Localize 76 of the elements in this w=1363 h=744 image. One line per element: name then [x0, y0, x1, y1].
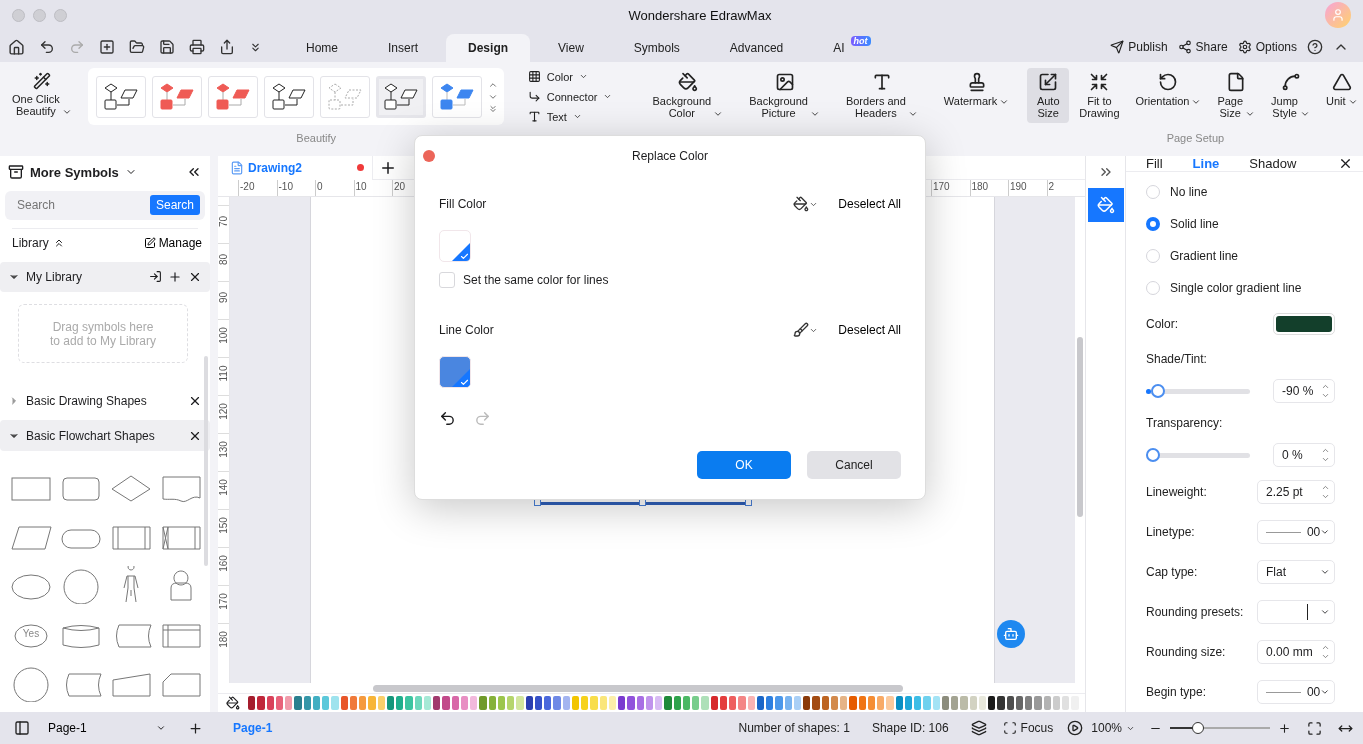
format-dropdown[interactable]: Color [527, 68, 613, 85]
number-field[interactable]: 0 % [1273, 443, 1335, 467]
ribbon-button[interactable]: Auto Size [1027, 68, 1070, 123]
shape-count: Number of shapes: 1 [738, 721, 850, 735]
number-field[interactable]: 2.25 pt [1257, 480, 1335, 504]
header-action[interactable]: Share [1177, 40, 1228, 54]
zoom-dropdown[interactable]: 100% [1091, 721, 1135, 735]
drop-hint: Drag symbols here to add to My Library [18, 304, 188, 364]
line-dropdown[interactable]: 00 [1257, 520, 1335, 544]
library-section[interactable]: My Library [0, 261, 210, 293]
line-option[interactable]: Gradient line [1146, 240, 1335, 272]
field-label: Lineweight: [1146, 485, 1207, 499]
ribbon-button[interactable]: Fit to Drawing [1073, 68, 1126, 123]
page-dropdown[interactable]: Page-1 [48, 721, 166, 735]
section-title: Basic Flowchart Shapes [26, 428, 156, 443]
search-button[interactable]: Search [149, 195, 200, 216]
group-label: Beautify [295, 132, 338, 146]
field-label: Linetype: [1146, 525, 1195, 539]
field-label: Rounding presets: [1146, 605, 1244, 619]
field-label: Transparency: [1146, 416, 1223, 430]
cancel-button[interactable]: Cancel [807, 451, 901, 479]
ok-button[interactable]: OK [697, 451, 791, 479]
symbol-item[interactable]: Yes [8, 614, 54, 654]
menu-tab[interactable]: Home [284, 34, 360, 62]
ribbon-button[interactable]: Background Color [646, 68, 730, 123]
line-option[interactable]: Solid line [1146, 208, 1335, 240]
panel-tab[interactable]: Fill [1146, 156, 1163, 171]
field-label: Color: [1146, 317, 1178, 331]
panel-tab[interactable]: Line [1192, 156, 1220, 171]
field-label: Begin type: [1146, 685, 1207, 699]
header-action[interactable]: Publish [1110, 40, 1168, 54]
dropdown[interactable]: Flat [1257, 560, 1335, 584]
field-label: Rounding size: [1146, 645, 1226, 659]
number-field[interactable]: 0.00 mm [1257, 640, 1335, 664]
section-label: Fill Color [439, 197, 488, 211]
library-section[interactable]: Basic Flowchart Shapes [0, 420, 210, 451]
window-title: Wondershare EdrawMax [627, 7, 773, 23]
section-title: My Library [26, 269, 83, 284]
hot-badge: hot [850, 36, 871, 46]
search-field[interactable]: Search Search [5, 190, 205, 220]
one-click-beautify-button[interactable]: One Click Beautify [6, 68, 78, 121]
group-label: Page Setup [1165, 132, 1226, 146]
format-dropdown[interactable]: Text [527, 108, 613, 125]
header-action[interactable]: Options [1237, 40, 1297, 54]
focus-button[interactable]: Focus [1002, 721, 1054, 735]
menu-tab[interactable]: Design [446, 34, 531, 62]
menu-tab[interactable]: View [536, 34, 606, 62]
menu-tab[interactable]: Insert [366, 34, 441, 62]
field-label: Shade/Tint: [1146, 352, 1207, 366]
ribbon-button[interactable]: Watermark [937, 68, 1016, 111]
library-label: Library [12, 236, 49, 250]
menu-tab[interactable]: Symbols [611, 34, 702, 62]
manage-button[interactable]: Manage [143, 236, 202, 250]
same-color-checkbox[interactable]: Set the same color for lines [439, 272, 901, 288]
panel-title[interactable]: More Symbols [30, 164, 119, 180]
ribbon-button[interactable]: Orientation [1129, 68, 1208, 111]
section-label: Line Color [439, 323, 495, 337]
line-option[interactable]: Single color gradient line [1146, 272, 1335, 304]
dialog-title: Replace Color [631, 149, 708, 163]
ribbon-button[interactable]: Unit [1320, 68, 1363, 111]
ribbon-button[interactable]: Page Size [1211, 68, 1262, 123]
menu-tab[interactable]: Advanced [707, 34, 806, 62]
line-dropdown[interactable]: 00 [1257, 680, 1335, 704]
line-option[interactable]: No line [1146, 176, 1335, 208]
deselect-all-link[interactable]: Deselect All [838, 323, 901, 337]
section-title: Basic Drawing Shapes [26, 393, 148, 408]
ribbon-button[interactable]: Background Picture [743, 68, 826, 123]
ribbon-button[interactable]: Borders and Headers [839, 68, 924, 123]
number-field[interactable]: -90 % [1273, 379, 1335, 403]
panel-tab[interactable]: Shadow [1249, 156, 1297, 171]
field-label: Cap type: [1146, 565, 1198, 579]
shape-id: Shape ID: 106 [871, 721, 949, 735]
deselect-all-link[interactable]: Deselect All [838, 197, 901, 211]
ribbon-button[interactable]: Jump Style [1265, 68, 1316, 123]
format-dropdown[interactable]: Connector [527, 88, 613, 105]
document-tab[interactable]: Drawing2 [218, 155, 373, 180]
